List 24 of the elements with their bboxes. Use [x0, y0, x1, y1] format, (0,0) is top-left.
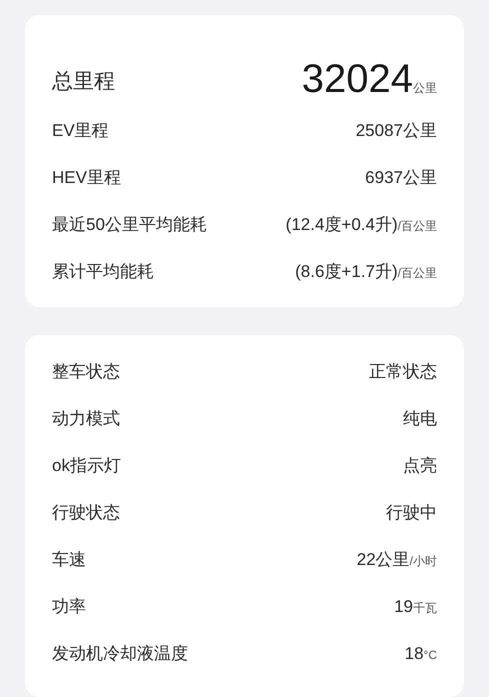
row-value: 25087公里 [356, 120, 437, 142]
row-value: (12.4度+0.4升)/百公里 [286, 214, 437, 236]
row-value: 22公里/小时 [356, 549, 437, 571]
row-value: 6937公里 [365, 167, 437, 189]
row-value: 行驶中 [386, 502, 437, 524]
row-label: HEV里程 [52, 167, 121, 189]
row-label: EV里程 [52, 120, 109, 142]
row-label: 发动机冷却液温度 [52, 643, 188, 665]
row-label: 整车状态 [52, 361, 120, 383]
row-value: 点亮 [403, 455, 437, 477]
row-label: 行驶状态 [52, 502, 120, 524]
row-label: 功率 [52, 596, 86, 618]
total-mileage-label: 总里程 [52, 68, 115, 94]
row-label: ok指示灯 [52, 455, 121, 477]
row-value: (8.6度+1.7升)/百公里 [295, 261, 437, 283]
row-value: 19千瓦 [394, 596, 437, 618]
row-label: 车速 [52, 549, 86, 571]
row-value: 正常状态 [369, 361, 437, 383]
row-label: 动力模式 [52, 408, 120, 430]
row-label: 累计平均能耗 [52, 261, 154, 283]
row-value: 纯电 [403, 408, 437, 430]
row-value: 18°C [404, 643, 437, 665]
row-label: 最近50公里平均能耗 [52, 214, 207, 236]
total-mileage-value: 32024公里 [302, 59, 437, 99]
